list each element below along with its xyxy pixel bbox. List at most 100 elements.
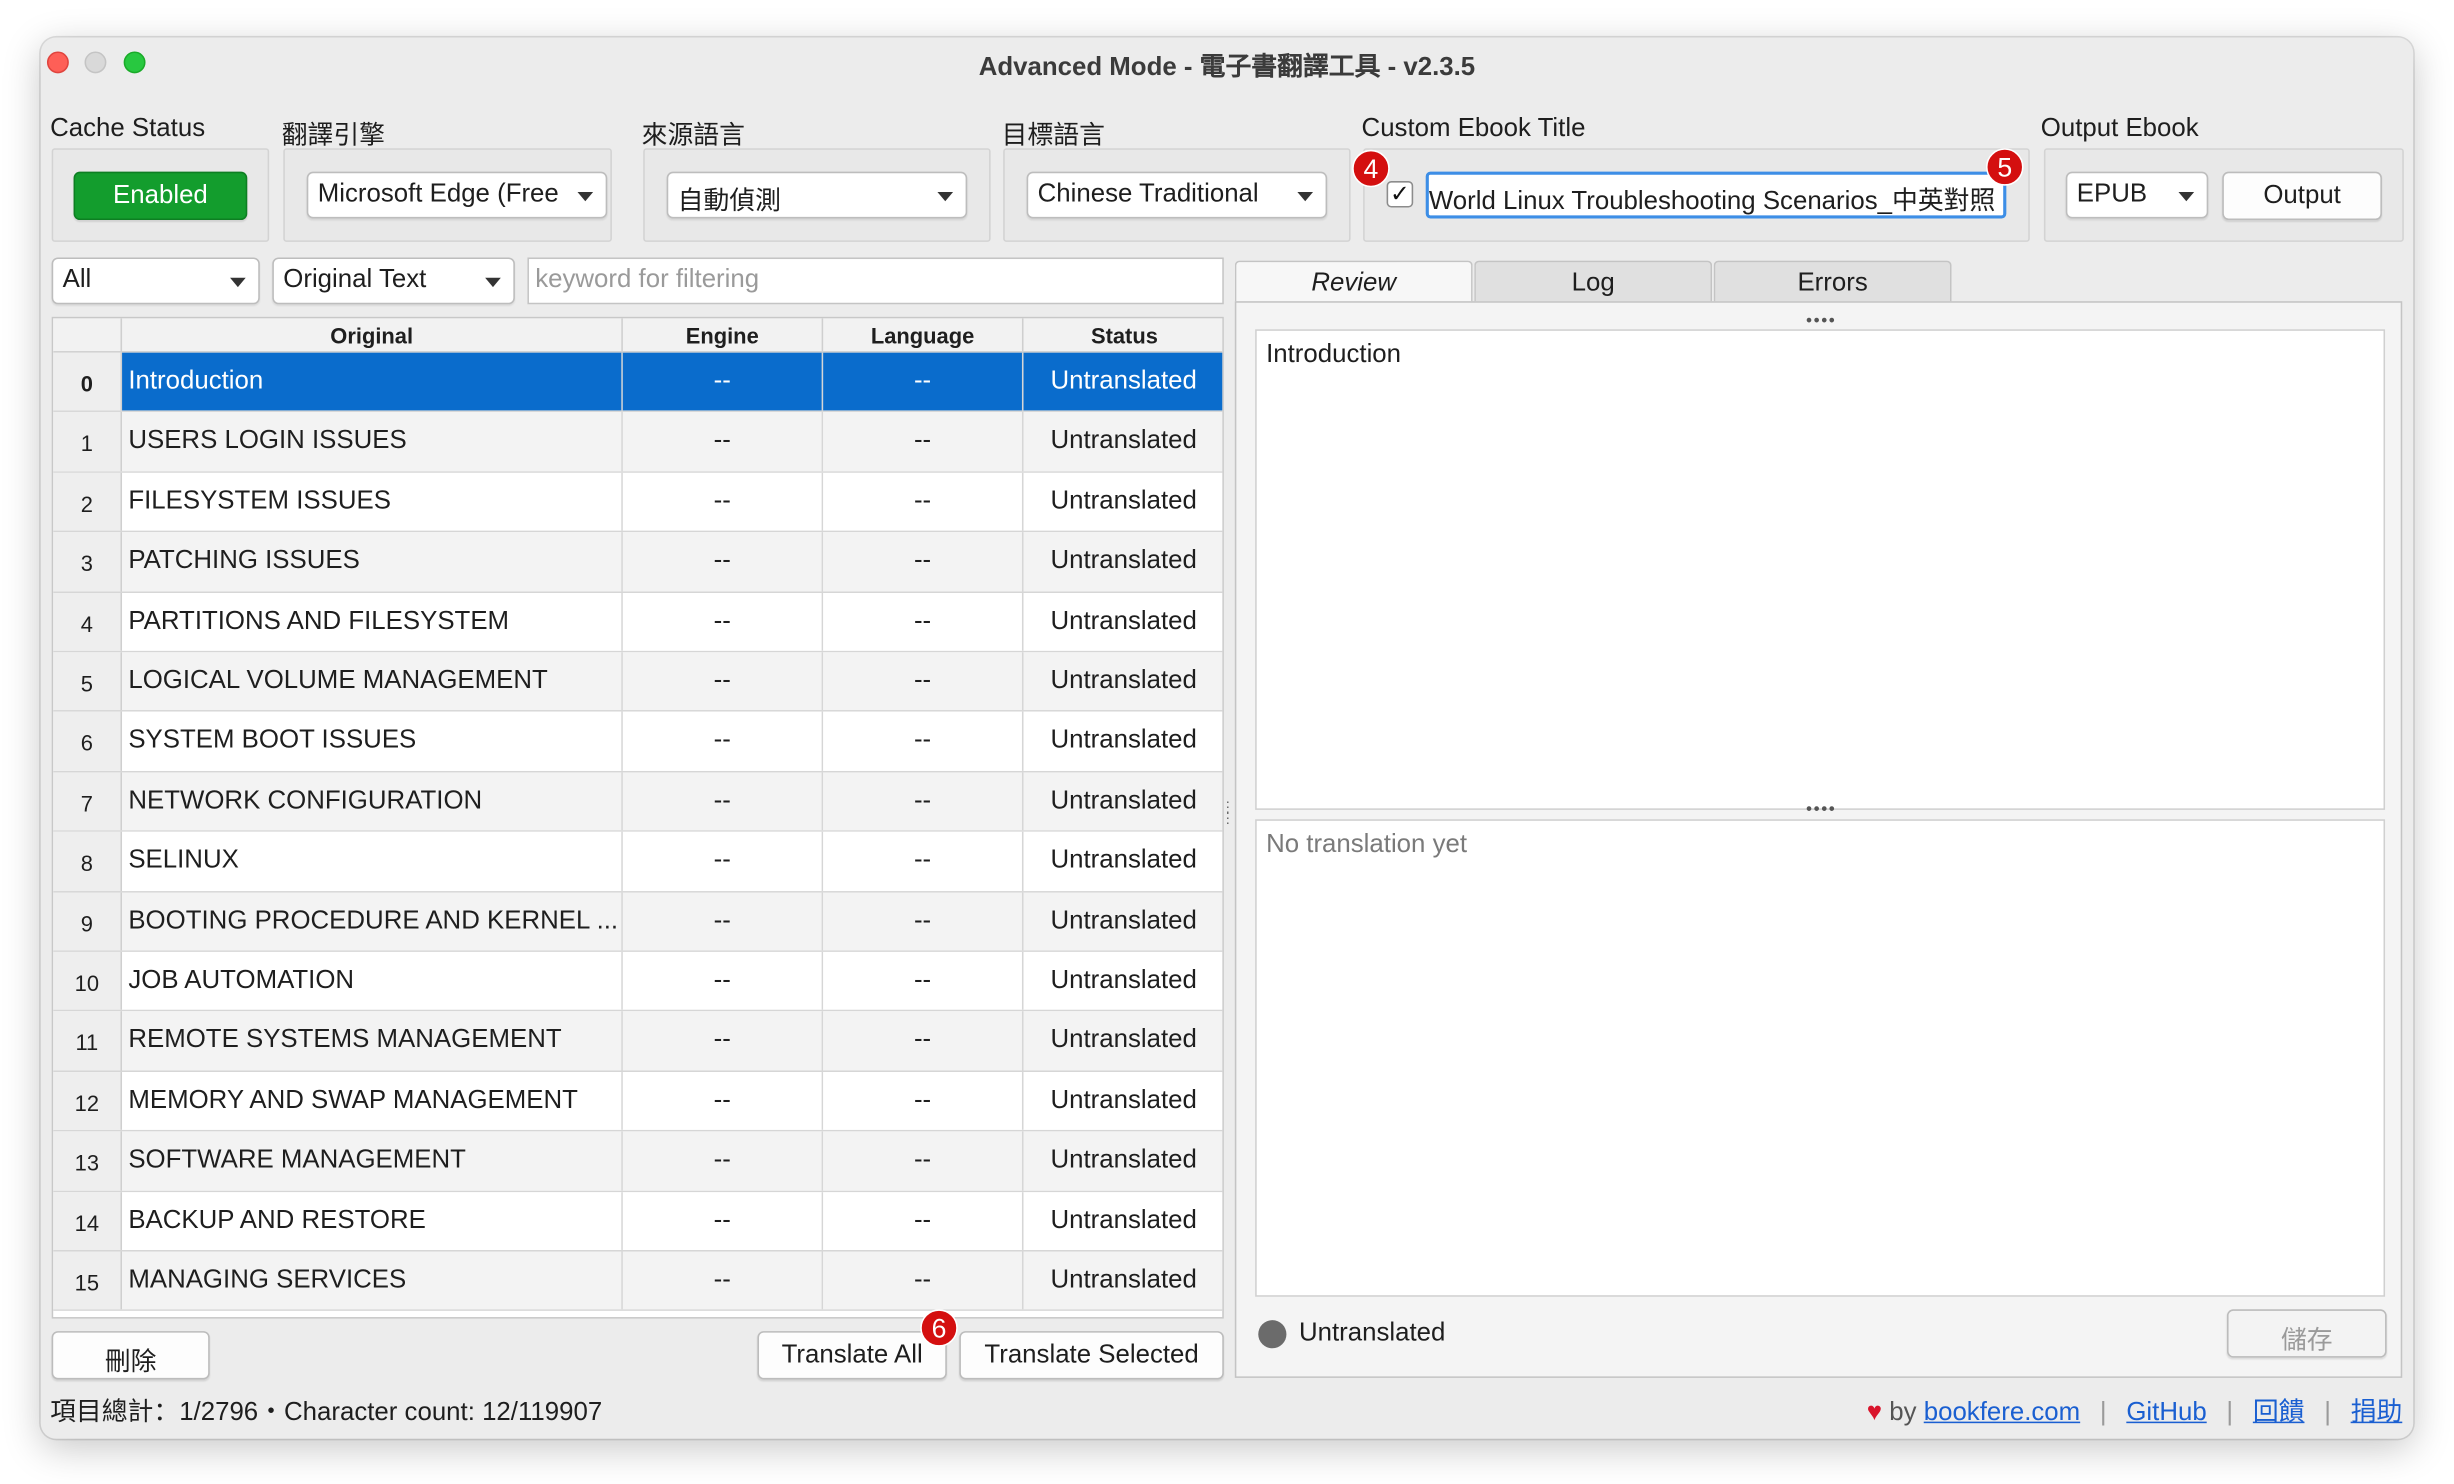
tab-log[interactable]: Log (1474, 260, 1713, 303)
save-button[interactable]: 儲存 (2226, 1309, 2387, 1358)
custom-title-checkbox[interactable]: ✓ (1386, 181, 1414, 208)
original-cell: SOFTWARE MANAGEMENT (122, 1131, 623, 1191)
table-row[interactable]: 2 FILESYSTEM ISSUES -- -- Untranslated (53, 472, 1223, 533)
row-index: 9 (53, 891, 123, 951)
row-index: 15 (53, 1251, 123, 1310)
table-row[interactable]: 9 BOOTING PROCEDURE AND KERNEL ... -- -- Unt… (53, 891, 1223, 952)
engine-cell: -- (622, 1071, 824, 1131)
translate-all-button[interactable]: Translate All (757, 1331, 947, 1380)
original-column-header[interactable]: Original (122, 318, 623, 353)
paragraph-table: Original Engine Language Status 0 Introdu… (51, 316, 1224, 1319)
language-cell: -- (823, 1131, 1024, 1191)
engine-cell: -- (622, 472, 824, 531)
language-cell: -- (823, 832, 1024, 891)
pane-splitter-handle[interactable]: ⋮ ⋮ (1221, 800, 1235, 825)
table-row[interactable]: 15 MANAGING SERVICES -- -- Untranslated (53, 1251, 1223, 1312)
row-index: 14 (53, 1191, 123, 1250)
engine-cell: -- (622, 1191, 824, 1250)
feedback-link[interactable]: 回饋 (2253, 1398, 2305, 1426)
field-filter-select[interactable]: Original Text (272, 257, 515, 305)
original-cell: BACKUP AND RESTORE (122, 1191, 623, 1250)
status-cell: Untranslated (1023, 532, 1223, 591)
original-cell: LOGICAL VOLUME MANAGEMENT (122, 652, 623, 711)
table-row[interactable]: 6 SYSTEM BOOT ISSUES -- -- Untranslated (53, 712, 1223, 773)
status-cell: Untranslated (1023, 951, 1223, 1011)
delete-button[interactable]: 刪除 (51, 1331, 210, 1380)
target-language-label: 目標語言 (1001, 121, 1105, 150)
engine-cell: -- (622, 532, 824, 591)
stage: Advanced Mode - 電子書翻譯工具 - v2.3.5 Cache S… (0, 0, 2454, 1484)
language-cell: -- (823, 472, 1024, 531)
language-cell: -- (823, 532, 1024, 591)
window-title: Advanced Mode - 電子書翻譯工具 - v2.3.5 (978, 53, 1476, 82)
original-cell: REMOTE SYSTEMS MANAGEMENT (122, 1011, 623, 1071)
language-column-header[interactable]: Language (823, 318, 1024, 353)
original-cell: PARTITIONS AND FILESYSTEM (122, 592, 623, 651)
separator: | (2324, 1398, 2331, 1427)
bookfere-link[interactable]: bookfere.com (1924, 1398, 2080, 1426)
field-filter-value: Original Text (283, 265, 427, 294)
table-row[interactable]: 3 PATCHING ISSUES -- -- Untranslated (53, 532, 1223, 593)
table-row[interactable]: 11 REMOTE SYSTEMS MANAGEMENT -- -- Untransla… (53, 1011, 1223, 1072)
status-indicator-icon (1258, 1320, 1287, 1349)
output-format-select[interactable]: EPUB (2065, 171, 2209, 219)
engine-cell: -- (622, 592, 824, 651)
donate-link[interactable]: 捐助 (2351, 1398, 2403, 1426)
language-cell: -- (823, 352, 1024, 412)
table-row[interactable]: 12 MEMORY AND SWAP MANAGEMENT -- -- Untransl… (53, 1071, 1223, 1132)
original-text-area[interactable]: Introduction (1255, 329, 2386, 810)
tab-errors[interactable]: Errors (1713, 260, 1952, 303)
row-index: 6 (53, 712, 123, 771)
status-cell: Untranslated (1023, 772, 1223, 831)
source-language-select[interactable]: 自動偵測 (666, 171, 968, 219)
table-row[interactable]: 5 LOGICAL VOLUME MANAGEMENT -- -- Untranslat… (53, 652, 1223, 713)
table-row[interactable]: 10 JOB AUTOMATION -- -- Untranslated (53, 951, 1223, 1012)
github-link[interactable]: GitHub (2126, 1398, 2206, 1426)
row-index: 12 (53, 1071, 123, 1131)
original-cell: BOOTING PROCEDURE AND KERNEL ... (122, 891, 623, 951)
annotation-badge-6: 6 (920, 1309, 958, 1347)
keyword-filter-input[interactable]: keyword for filtering (527, 257, 1224, 305)
source-language-label: 來源語言 (641, 121, 745, 150)
original-cell: Introduction (122, 352, 623, 412)
table-row[interactable]: 13 SOFTWARE MANAGEMENT -- -- Untranslated (53, 1131, 1223, 1192)
splitter-grip-middle[interactable]: •••• (1806, 801, 1836, 820)
row-index: 13 (53, 1131, 123, 1191)
table-row[interactable]: 4 PARTITIONS AND FILESYSTEM -- -- Untranslat… (53, 592, 1223, 653)
translation-text-area[interactable]: No translation yet (1255, 819, 2386, 1297)
annotation-badge-5: 5 (1985, 148, 2024, 186)
table-row[interactable]: 8 SELINUX -- -- Untranslated (53, 832, 1223, 892)
tab-review[interactable]: Review (1234, 260, 1473, 305)
table-row[interactable]: 7 NETWORK CONFIGURATION -- -- Untranslated (53, 772, 1223, 833)
custom-title-value: World Linux Troubleshooting Scenarios_中英… (1428, 187, 1996, 216)
table-row[interactable]: 14 BACKUP AND RESTORE -- -- Untranslated (53, 1191, 1223, 1252)
custom-title-input[interactable]: World Linux Troubleshooting Scenarios_中英… (1425, 171, 2007, 219)
table-row[interactable]: 0 Introduction -- -- Untranslated (53, 352, 1223, 413)
row-index: 1 (53, 412, 123, 471)
custom-title-label: Custom Ebook Title (1361, 113, 1586, 143)
language-cell: -- (823, 1011, 1024, 1071)
status-cell: Untranslated (1023, 832, 1223, 891)
table-row[interactable]: 1 USERS LOGIN ISSUES -- -- Untranslated (53, 412, 1223, 473)
language-cell: -- (823, 1191, 1024, 1250)
splitter-grip-top[interactable]: •••• (1806, 312, 1836, 331)
scope-filter-value: All (62, 265, 92, 294)
engine-cell: -- (622, 951, 824, 1011)
cache-enabled-button[interactable]: Enabled (73, 171, 248, 221)
custom-title-group: ✓ World Linux Troubleshooting Scenarios_… (1363, 148, 2030, 242)
chevron-down-icon (230, 277, 246, 288)
target-language-select[interactable]: Chinese Traditional (1026, 171, 1328, 219)
engine-select[interactable]: Microsoft Edge (Free (306, 171, 608, 219)
app-window: Advanced Mode - 電子書翻譯工具 - v2.3.5 Cache S… (40, 37, 2414, 1439)
scope-filter-select[interactable]: All (51, 257, 260, 305)
table-body: 0 Introduction -- -- Untranslated 1 USERS LOGI… (53, 352, 1223, 1317)
engine-column-header[interactable]: Engine (623, 318, 824, 353)
status-cell: Untranslated (1023, 352, 1223, 412)
translate-selected-button[interactable]: Translate Selected (959, 1331, 1224, 1380)
by-label: by (1889, 1398, 1917, 1427)
original-cell: MEMORY AND SWAP MANAGEMENT (122, 1071, 623, 1131)
footer-links: ♥ by bookfere.com | GitHub | 回饋 | 捐助 (1867, 1390, 2403, 1427)
output-button[interactable]: Output (2222, 171, 2382, 221)
status-column-header[interactable]: Status (1024, 318, 1223, 352)
engine-cell: -- (622, 832, 824, 891)
